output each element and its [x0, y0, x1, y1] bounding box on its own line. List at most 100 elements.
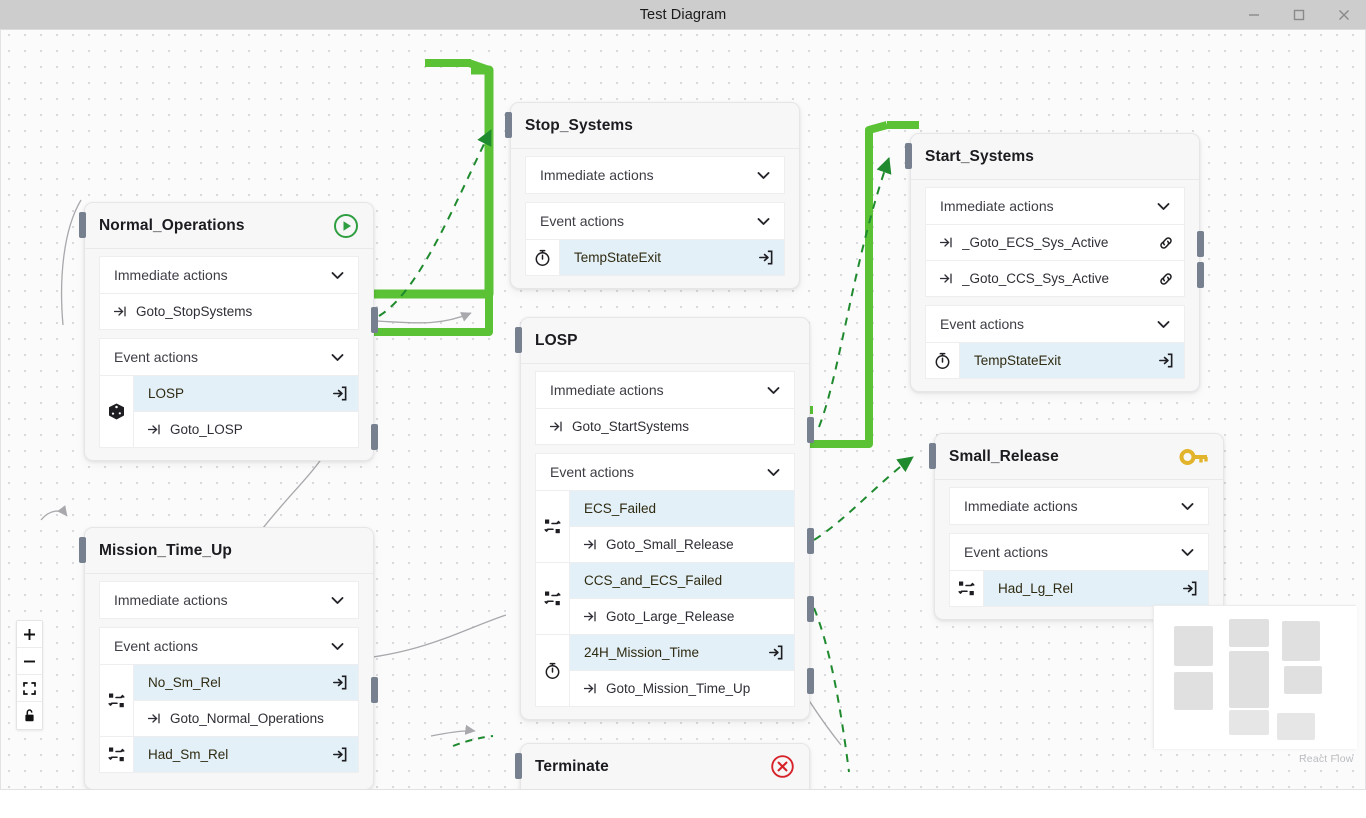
node-handle-output[interactable] — [807, 528, 814, 554]
node-handle-input[interactable] — [929, 443, 936, 469]
event-row[interactable]: TempStateExit — [959, 343, 1185, 379]
chevron-down-icon[interactable] — [329, 638, 346, 655]
node-handle-input[interactable] — [505, 112, 512, 138]
section-label: Event actions — [114, 638, 199, 654]
chevron-down-icon[interactable] — [765, 464, 782, 481]
event-actions-header[interactable]: Event actions — [99, 338, 359, 376]
event-group: TempStateExit — [525, 240, 785, 276]
chevron-down-icon[interactable] — [755, 213, 772, 230]
exit-icon[interactable] — [331, 674, 348, 691]
event-row[interactable]: LOSP — [133, 376, 359, 412]
immediate-actions-header[interactable]: Immediate actions — [949, 487, 1209, 525]
event-row[interactable]: CCS_and_ECS_Failed — [569, 563, 795, 599]
node-title: Stop_Systems — [525, 116, 634, 134]
node-normal-operations[interactable]: Normal_Operations Immediate actions Goto… — [84, 202, 374, 461]
exit-icon[interactable] — [767, 644, 784, 661]
node-handle-input[interactable] — [79, 212, 86, 238]
lock-icon[interactable] — [17, 702, 42, 729]
event-row[interactable]: No_Sm_Rel — [133, 665, 359, 701]
immediate-action-row[interactable]: Goto_StartSystems — [535, 409, 795, 445]
exit-icon[interactable] — [1157, 352, 1174, 369]
immediate-action-row[interactable]: Goto_StopSystems — [99, 294, 359, 330]
event-action-row[interactable]: Goto_LOSP — [133, 412, 359, 448]
event-row[interactable]: 24H_Mission_Time — [569, 635, 795, 671]
exit-icon[interactable] — [331, 746, 348, 763]
event-row[interactable]: ECS_Failed — [569, 491, 795, 527]
event-actions-header[interactable]: Event actions — [525, 202, 785, 240]
transition-icon — [949, 571, 983, 607]
chevron-down-icon[interactable] — [1155, 198, 1172, 215]
chevron-down-icon[interactable] — [329, 267, 346, 284]
chevron-down-icon[interactable] — [1155, 316, 1172, 333]
node-handle-input[interactable] — [79, 537, 86, 563]
node-handle-output[interactable] — [1197, 262, 1204, 288]
play-icon[interactable] — [333, 213, 359, 239]
close-button[interactable] — [1321, 0, 1366, 29]
event-actions-block: Event actions — [99, 338, 359, 448]
timer-icon — [535, 635, 569, 707]
event-action-row[interactable]: Goto_Mission_Time_Up — [569, 671, 795, 707]
exit-icon[interactable] — [757, 249, 774, 266]
node-losp[interactable]: LOSP Immediate actions Goto_StartSystems — [520, 317, 810, 720]
node-terminate[interactable]: Terminate — [520, 743, 810, 789]
event-row[interactable]: Had_Sm_Rel — [133, 737, 359, 773]
node-start-systems[interactable]: Start_Systems Immediate actions _Goto_EC… — [910, 133, 1200, 392]
node-title: Normal_Operations — [99, 216, 245, 234]
node-handle-output[interactable] — [1197, 231, 1204, 257]
immediate-action-row[interactable]: _Goto_ECS_Sys_Active — [925, 225, 1185, 261]
zoom-in-button[interactable] — [17, 621, 42, 648]
event-action-row[interactable]: Goto_Normal_Operations — [133, 701, 359, 737]
chevron-down-icon[interactable] — [755, 167, 772, 184]
key-icon[interactable] — [1179, 446, 1209, 468]
link-icon[interactable] — [1158, 235, 1174, 251]
immediate-action-row[interactable]: _Goto_CCS_Sys_Active — [925, 261, 1185, 297]
zoom-out-button[interactable] — [17, 648, 42, 675]
node-handle-output[interactable] — [371, 424, 378, 450]
node-handle-input[interactable] — [515, 327, 522, 353]
node-handle-input[interactable] — [515, 753, 522, 779]
chevron-down-icon[interactable] — [329, 349, 346, 366]
event-actions-header[interactable]: Event actions — [949, 533, 1209, 571]
node-handle-input[interactable] — [905, 143, 912, 169]
event-actions-header[interactable]: Event actions — [535, 453, 795, 491]
event-actions-header[interactable]: Event actions — [925, 305, 1185, 343]
immediate-actions-header[interactable]: Immediate actions — [99, 581, 359, 619]
link-icon[interactable] — [1158, 271, 1174, 287]
section-label: Event actions — [540, 213, 625, 229]
maximize-button[interactable] — [1276, 0, 1321, 29]
event-row[interactable]: TempStateExit — [559, 240, 785, 276]
section-label: Immediate actions — [550, 382, 664, 398]
minimap[interactable] — [1153, 605, 1357, 749]
node-small-release[interactable]: Small_Release Immediate actions Event ac… — [934, 433, 1224, 620]
event-actions-block: Event actions — [535, 453, 795, 707]
node-handle-output[interactable] — [807, 668, 814, 694]
chevron-down-icon[interactable] — [329, 592, 346, 609]
event-action-row[interactable]: Goto_Small_Release — [569, 527, 795, 563]
immediate-actions-header[interactable]: Immediate actions — [535, 371, 795, 409]
node-header: Stop_Systems — [511, 103, 799, 149]
event-row[interactable]: Had_Lg_Rel — [983, 571, 1209, 607]
chevron-down-icon[interactable] — [1179, 544, 1196, 561]
node-handle-output[interactable] — [807, 596, 814, 622]
event-action-row[interactable]: Goto_Large_Release — [569, 599, 795, 635]
diagram-canvas[interactable]: Normal_Operations Immediate actions Goto… — [0, 29, 1366, 789]
node-handle-output[interactable] — [807, 417, 814, 443]
minimize-button[interactable] — [1231, 0, 1276, 29]
node-handle-output[interactable] — [371, 677, 378, 703]
exit-icon[interactable] — [331, 385, 348, 402]
immediate-actions-header[interactable]: Immediate actions — [99, 256, 359, 294]
event-actions-header[interactable]: Event actions — [99, 627, 359, 665]
chevron-down-icon[interactable] — [1179, 498, 1196, 515]
node-handle-output[interactable] — [371, 307, 378, 333]
event-actions-block: Event actions TempStateExit — [525, 202, 785, 276]
terminate-icon[interactable] — [770, 754, 795, 779]
immediate-actions-header[interactable]: Immediate actions — [525, 156, 785, 194]
fit-view-button[interactable] — [17, 675, 42, 702]
immediate-actions-header[interactable]: Immediate actions — [925, 187, 1185, 225]
event-label: TempStateExit — [574, 250, 662, 265]
node-stop-systems[interactable]: Stop_Systems Immediate actions Event act… — [510, 102, 800, 289]
chevron-down-icon[interactable] — [765, 382, 782, 399]
exit-icon[interactable] — [1181, 580, 1198, 597]
node-mission-time-up[interactable]: Mission_Time_Up Immediate actions Event … — [84, 527, 374, 789]
zoom-controls[interactable] — [16, 620, 43, 730]
